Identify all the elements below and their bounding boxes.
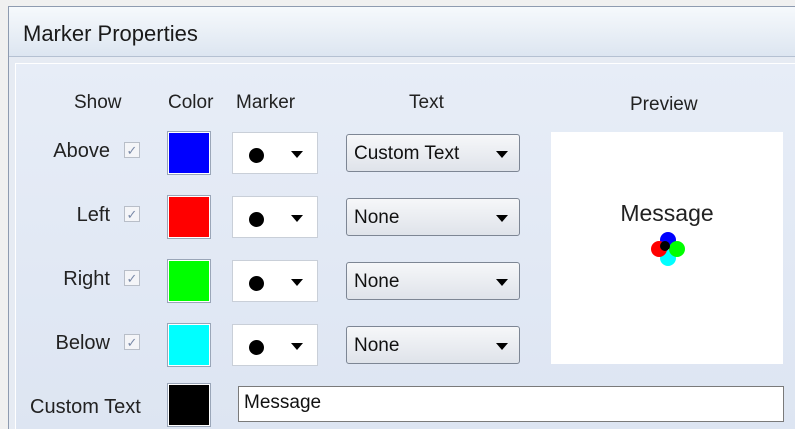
text-select-left[interactable]: None <box>346 198 520 236</box>
header-text: Text <box>409 92 444 113</box>
row-label-above: Above <box>53 140 110 162</box>
chevron-down-icon <box>291 151 303 158</box>
header-preview: Preview <box>630 94 698 115</box>
circle-marker-icon <box>249 212 264 227</box>
text-select-right[interactable]: None <box>346 262 520 300</box>
chevron-down-icon <box>496 279 508 286</box>
preview-message: Message <box>620 200 714 226</box>
window-title: Marker Properties <box>23 21 198 46</box>
preview-box: Message <box>551 132 783 364</box>
color-swatch-right[interactable] <box>167 259 211 303</box>
custom-text-label: Custom Text <box>30 396 141 418</box>
row-label-below: Below <box>55 332 110 354</box>
show-checkbox-right[interactable]: ✓ <box>124 270 140 286</box>
text-select-below[interactable]: None <box>346 326 520 364</box>
chevron-down-icon <box>496 343 508 350</box>
text-select-above[interactable]: Custom Text <box>346 134 520 172</box>
text-select-value: None <box>354 335 400 356</box>
preview-marker-right <box>669 241 685 257</box>
marker-select-left[interactable] <box>232 196 318 238</box>
circle-marker-icon <box>249 340 264 355</box>
header-color: Color <box>168 92 214 113</box>
preview-marker-cluster <box>651 232 685 266</box>
text-select-value: None <box>354 207 400 228</box>
chevron-down-icon <box>496 215 508 222</box>
chevron-down-icon <box>291 215 303 222</box>
marker-select-below[interactable] <box>232 324 318 366</box>
show-checkbox-above[interactable]: ✓ <box>124 142 140 158</box>
marker-properties-window: Marker Properties Show Color Marker Text… <box>8 6 795 429</box>
header-marker: Marker <box>236 92 296 113</box>
circle-marker-icon <box>249 148 264 163</box>
text-select-value: Custom Text <box>354 143 460 164</box>
show-checkbox-left[interactable]: ✓ <box>124 206 140 222</box>
color-swatch-above[interactable] <box>167 131 211 175</box>
title-bar: Marker Properties <box>9 7 795 57</box>
custom-text-input[interactable]: Message <box>238 386 784 422</box>
preview-marker-center <box>660 241 670 251</box>
marker-select-right[interactable] <box>232 260 318 302</box>
color-swatch-below[interactable] <box>167 323 211 367</box>
chevron-down-icon <box>291 279 303 286</box>
custom-text-color-swatch[interactable] <box>167 383 211 427</box>
marker-select-above[interactable] <box>232 132 318 174</box>
circle-marker-icon <box>249 276 264 291</box>
row-label-right: Right <box>63 268 110 290</box>
show-checkbox-below[interactable]: ✓ <box>124 334 140 350</box>
chevron-down-icon <box>291 343 303 350</box>
row-label-left: Left <box>76 204 110 226</box>
properties-panel: Show Color Marker Text Preview Above ✓ C… <box>15 63 795 429</box>
text-select-value: None <box>354 271 400 292</box>
header-show: Show <box>74 92 122 113</box>
color-swatch-left[interactable] <box>167 195 211 239</box>
chevron-down-icon <box>496 151 508 158</box>
